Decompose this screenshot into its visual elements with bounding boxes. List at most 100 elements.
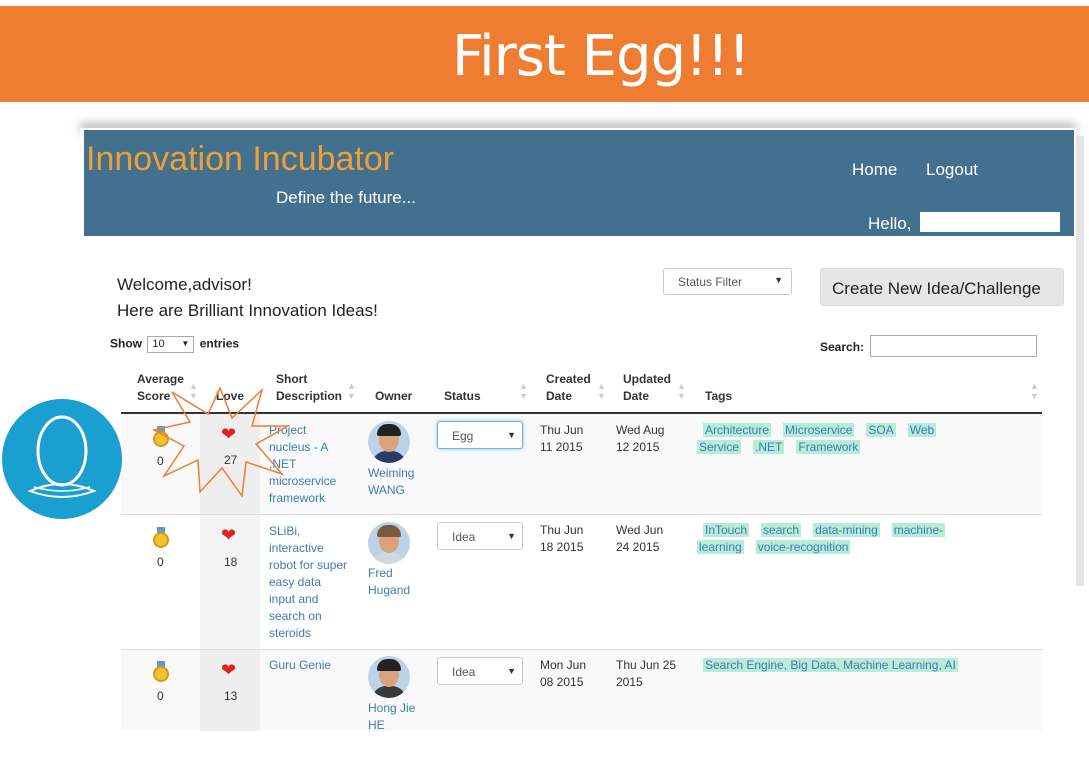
tag-list: InTouch search data-mining machine- learnin… xyxy=(697,522,972,556)
starburst-highlight xyxy=(151,386,290,499)
average-score: 0 xyxy=(157,689,164,703)
tag[interactable]: Service xyxy=(697,440,742,454)
tag[interactable]: SOA xyxy=(866,423,896,437)
nav-home-link[interactable]: Home xyxy=(852,160,897,180)
tag[interactable]: Search Engine, Big Data, Machine Learnin… xyxy=(703,658,958,672)
column-header-created-date[interactable]: Created Date xyxy=(546,371,591,405)
owner-line: Fred xyxy=(368,566,393,580)
tag-list: Architecture Microservice SOA Web Service .N… xyxy=(697,422,957,456)
created-date: Mon Jun 08 2015 xyxy=(540,657,586,691)
owner-link[interactable]: Fred Hugand xyxy=(368,565,410,599)
avatar[interactable] xyxy=(368,656,410,698)
header-text: Updated xyxy=(623,372,671,386)
medal-icon xyxy=(153,527,169,549)
sort-icon[interactable]: ▲ ▼ xyxy=(519,381,528,401)
idea-description-link[interactable]: Guru Genie xyxy=(269,657,331,674)
app-header: Innovation Incubator Define the future..… xyxy=(84,130,1074,236)
status-select[interactable]: Idea ▼ xyxy=(437,522,523,550)
desc-line: SLiBi, xyxy=(269,524,301,538)
updated-date: Wed Jun 24 2015 xyxy=(616,522,663,556)
desc-line: Guru Genie xyxy=(269,658,332,672)
owner-link[interactable]: Weiming WANG xyxy=(368,465,414,499)
love-count: 13 xyxy=(224,689,238,703)
tag[interactable]: voice-recognition xyxy=(755,540,851,554)
owner-line: HE xyxy=(368,718,385,732)
entries-select[interactable]: 10 ▼ xyxy=(147,336,195,353)
slide-banner: First Egg!!! xyxy=(0,6,1089,102)
column-header-owner[interactable]: Owner xyxy=(375,388,412,405)
tag-list: Search Engine, Big Data, Machine Learnin… xyxy=(697,657,997,674)
avatar[interactable] xyxy=(368,522,410,564)
column-header-status[interactable]: Status xyxy=(444,388,481,405)
scrollbar[interactable] xyxy=(1076,136,1084,586)
tag[interactable]: Architecture xyxy=(703,423,772,437)
tag[interactable]: data-mining xyxy=(813,523,880,537)
column-header-updated-date[interactable]: Updated Date xyxy=(623,371,671,405)
hello-label: Hello, xyxy=(868,214,912,233)
desc-line: input and xyxy=(269,592,319,606)
desc-line: easy data xyxy=(269,575,322,589)
tag[interactable]: InTouch xyxy=(703,523,750,537)
date-line: Thu Jun 25 xyxy=(616,658,677,672)
date-line: 2015 xyxy=(616,675,643,689)
heart-icon[interactable]: ❤ xyxy=(221,525,236,546)
status-select[interactable]: Idea ▼ xyxy=(437,657,523,685)
sort-icon[interactable]: ▲ ▼ xyxy=(677,381,686,401)
status-filter-select[interactable]: Status Filter ▼ xyxy=(663,268,792,295)
sort-icon[interactable]: ▲ ▼ xyxy=(1030,381,1039,401)
welcome-text: Welcome,advisor! Here are Brilliant Inno… xyxy=(117,272,378,324)
date-line: Thu Jun xyxy=(540,423,584,437)
header-text: Date xyxy=(546,389,573,403)
tag[interactable]: machine- xyxy=(891,523,946,537)
tag[interactable]: learning xyxy=(697,540,744,554)
tag[interactable]: .NET xyxy=(753,440,785,454)
entries-value: 10 xyxy=(152,338,165,350)
idea-description-link[interactable]: SLiBi, interactive robot for super easy … xyxy=(269,523,347,642)
column-header-tags[interactable]: Tags xyxy=(705,388,732,405)
created-date: Thu Jun 11 2015 xyxy=(540,422,583,456)
create-idea-button[interactable]: Create New Idea/Challenge xyxy=(820,268,1064,306)
owner-line: WANG xyxy=(368,483,405,497)
updated-date: Thu Jun 25 2015 xyxy=(616,657,676,691)
caret-down-icon: ▼ xyxy=(507,531,516,541)
status-value: Idea xyxy=(452,665,476,679)
desc-line: search on xyxy=(269,609,322,623)
avatar[interactable] xyxy=(368,421,410,463)
search-input[interactable] xyxy=(870,335,1037,357)
welcome-line: Welcome,advisor! xyxy=(117,275,252,294)
status-value: Idea xyxy=(452,530,476,544)
welcome-subline: Here are Brilliant Innovation Ideas! xyxy=(117,301,378,320)
date-line: Wed Jun xyxy=(616,523,664,537)
sort-icon[interactable]: ▲ ▼ xyxy=(347,381,356,401)
tag[interactable]: search xyxy=(761,523,802,537)
egg-icon xyxy=(27,415,97,498)
tag[interactable]: Framework xyxy=(796,440,861,454)
created-date: Thu Jun 18 2015 xyxy=(540,522,583,556)
banner-title: First Egg!!! xyxy=(452,24,750,89)
sort-icon[interactable]: ▲ ▼ xyxy=(597,381,606,401)
date-line: Thu Jun xyxy=(540,523,584,537)
tag[interactable]: Web xyxy=(907,423,937,437)
search-label: Search: xyxy=(820,340,865,354)
header-text: Date xyxy=(623,389,650,403)
entries-label: entries xyxy=(199,336,240,351)
tag[interactable]: Microservice xyxy=(783,423,855,437)
date-line: 24 2015 xyxy=(616,540,660,554)
owner-link[interactable]: Hong Jie HE xyxy=(368,700,415,734)
tagline: Define the future... xyxy=(276,188,416,207)
date-line: 11 2015 xyxy=(540,440,583,454)
egg-logo xyxy=(2,399,122,519)
owner-line: Hugand xyxy=(368,583,411,597)
status-value: Egg xyxy=(452,429,474,443)
date-line: Wed Aug xyxy=(616,423,665,437)
updated-date: Wed Aug 12 2015 xyxy=(616,422,664,456)
heart-icon[interactable]: ❤ xyxy=(221,660,236,681)
username-redacted xyxy=(920,212,1060,232)
nav-logout-link[interactable]: Logout xyxy=(926,160,978,180)
caret-down-icon: ▼ xyxy=(181,339,190,348)
medal-icon xyxy=(153,661,169,683)
brand-title: Innovation Incubator xyxy=(86,140,395,178)
date-line: Mon Jun xyxy=(540,658,587,672)
date-line: 12 2015 xyxy=(616,440,660,454)
status-select[interactable]: Egg ▼ xyxy=(437,421,523,449)
